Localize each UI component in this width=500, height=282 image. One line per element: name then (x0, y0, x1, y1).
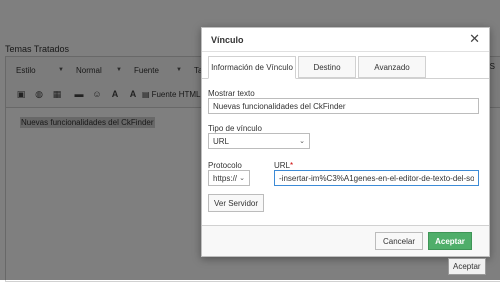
cancel-button[interactable]: Cancelar (375, 232, 423, 250)
url-label: URL* (274, 161, 293, 170)
dialog-title: Vínculo (211, 35, 244, 45)
tab-advanced[interactable]: Avanzado (358, 56, 426, 78)
url-input[interactable] (274, 170, 479, 186)
required-mark: * (290, 161, 294, 170)
link-dialog: Vínculo ✕ Información de Vínculo Destino… (201, 27, 490, 257)
tab-target[interactable]: Destino (298, 56, 356, 78)
close-icon[interactable]: ✕ (469, 32, 480, 46)
dialog-footer: Cancelar Aceptar (202, 225, 489, 256)
protocol-value: https:// (213, 173, 238, 183)
ok-button[interactable]: Aceptar (428, 232, 472, 250)
browse-server-button[interactable]: Ver Servidor (208, 194, 264, 212)
url-label-text: URL (274, 161, 291, 170)
chevron-down-icon: ⌄ (299, 138, 305, 145)
protocol-select[interactable]: https:// ⌄ (208, 170, 250, 186)
tab-link-info[interactable]: Información de Vínculo (208, 56, 296, 79)
link-type-value: URL (213, 136, 230, 146)
chevron-down-icon: ⌄ (239, 175, 245, 182)
display-text-label: Mostrar texto (208, 89, 255, 98)
link-type-label: Tipo de vínculo (208, 124, 262, 133)
dialog-titlebar[interactable]: Vínculo ✕ (202, 28, 489, 52)
dialog-tabs: Información de Vínculo Destino Avanzado (202, 56, 489, 79)
ok-tooltip: Aceptar (448, 258, 486, 275)
protocol-label: Protocolo (208, 161, 242, 170)
link-type-select[interactable]: URL ⌄ (208, 133, 310, 149)
display-text-input[interactable] (208, 98, 479, 114)
